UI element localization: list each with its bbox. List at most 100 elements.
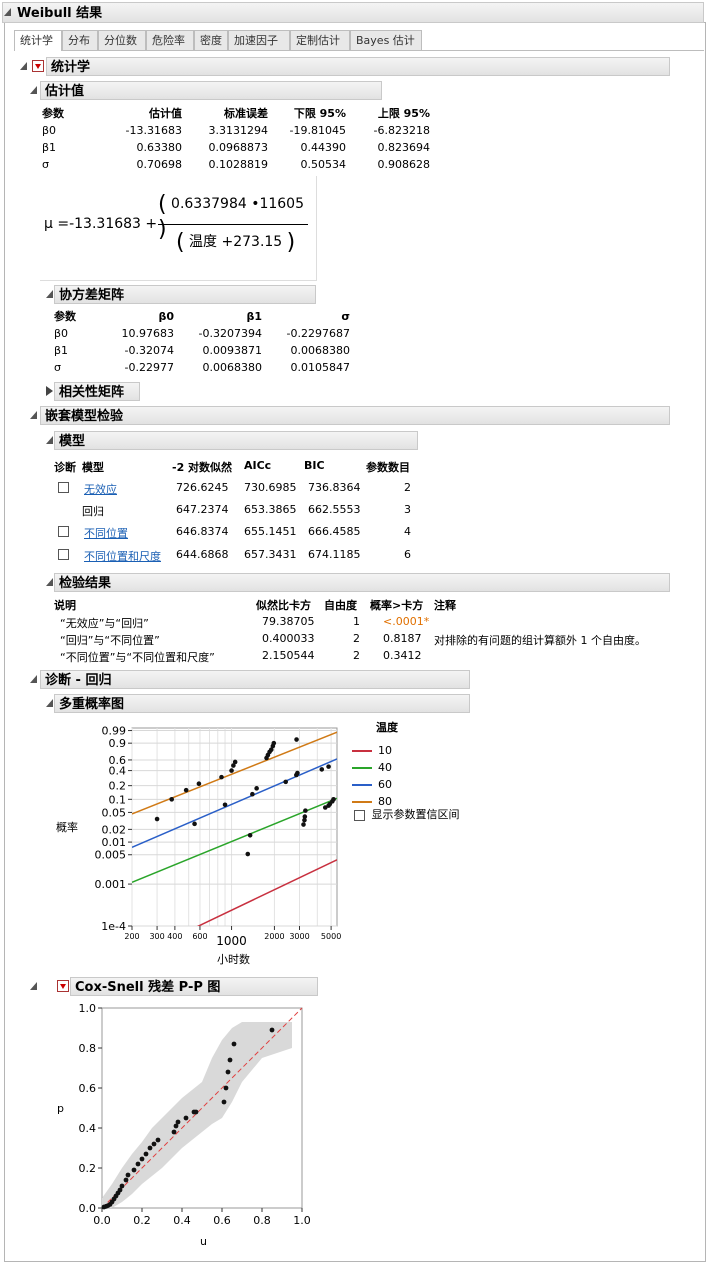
data-point: [294, 737, 299, 742]
tab-3[interactable]: 危险率: [146, 30, 194, 50]
table-cell: 0.0093871: [202, 344, 263, 357]
y-tick-label: 0.9: [109, 737, 127, 750]
data-point: [125, 1172, 131, 1178]
coxsnell-header[interactable]: Cox-Snell 残差 P-P 图: [70, 977, 318, 996]
model-diag-checkbox[interactable]: [58, 549, 69, 560]
plot-frame: [131, 727, 338, 927]
model-aicc-cell: 730.6985: [244, 481, 297, 494]
corr-header[interactable]: 相关性矩阵: [54, 382, 140, 401]
table-cell: -0.2297687: [286, 327, 350, 340]
corr-title: 相关性矩阵: [59, 385, 125, 400]
coxsnell-pp-plot[interactable]: 0.0 0.2 0.4 0.6 0.8 1.0 0.0 0.2 0.4 0.6 0.8 1.0: [70, 998, 320, 1232]
stats-title: 统计学: [51, 60, 91, 75]
tab-1[interactable]: 分布: [62, 30, 98, 50]
data-point: [139, 1156, 145, 1162]
tab-4[interactable]: 密度: [194, 30, 228, 50]
table-cell: -0.32074: [124, 344, 174, 357]
collapse-triangle-icon[interactable]: [4, 8, 11, 16]
x-tick-label: 400: [167, 932, 182, 941]
data-point: [169, 797, 175, 802]
tests-desc-cell: “不同位置”与“不同位置和尺度”: [60, 651, 215, 664]
nested-title: 嵌套模型检验: [45, 409, 124, 424]
table-cell: 0.0105847: [290, 361, 351, 374]
tests-col-header: 说明: [54, 599, 76, 612]
disclosure-corr-icon[interactable]: [46, 386, 53, 396]
estimates-header[interactable]: 估计值: [40, 81, 382, 100]
show-ci-row[interactable]: 显示参数置信区间: [354, 806, 460, 822]
disclosure-multi-icon[interactable]: [46, 699, 53, 707]
model-k-cell: 3: [404, 503, 411, 516]
disclosure-cov-icon[interactable]: [46, 290, 53, 298]
model-header[interactable]: 模型: [54, 431, 418, 450]
x-tick-label: 0.6: [213, 1214, 231, 1227]
table-row: β0 10.97683 -0.3207394 -0.2297687: [50, 325, 354, 342]
model-col-header: 参数数目: [366, 461, 410, 474]
data-point: [227, 1057, 233, 1063]
multi-probability-plot[interactable]: 1e-40.0010.0050.010.020.050.10.20.40.60.…: [80, 720, 350, 952]
y-tick-label: 0.02: [102, 823, 127, 836]
tests-df-cell: 1: [353, 615, 360, 628]
y-tick-label: 0.6: [79, 1082, 97, 1095]
tests-p-cell: 0.3412: [383, 649, 422, 662]
cov-header[interactable]: 协方差矩阵: [54, 285, 316, 304]
tests-col-header: 似然比卡方: [256, 599, 311, 612]
show-ci-checkbox[interactable]: [354, 809, 365, 821]
table-row: σ 0.70698 0.1028819 0.50534 0.908628: [38, 156, 434, 173]
tab-2[interactable]: 分位数: [98, 30, 146, 50]
model-diag-checkbox[interactable]: [58, 526, 69, 537]
data-point: [131, 1167, 137, 1173]
disclosure-model-icon[interactable]: [46, 436, 53, 444]
coxsnell-menu-icon[interactable]: [57, 980, 69, 992]
table-cell: 0.44390: [300, 141, 347, 154]
tab-5[interactable]: 加速因子: [228, 30, 290, 50]
model-name[interactable]: 不同位置和尺度: [84, 548, 161, 564]
tests-col-header: 注释: [434, 599, 456, 612]
tests-p-cell: 0.8187: [383, 632, 422, 645]
tests-desc-cell: “回归”与“不同位置”: [60, 634, 160, 647]
model-col-header: AICc: [244, 459, 272, 472]
table-cell: σ: [42, 158, 49, 171]
stats-menu-icon[interactable]: [32, 60, 44, 72]
model-bic-cell: 736.8364: [308, 481, 361, 494]
data-point: [193, 1109, 199, 1115]
disclosure-coxsnell-icon[interactable]: [30, 982, 37, 990]
model-name[interactable]: 无效应: [84, 481, 117, 497]
tests-title: 检验结果: [59, 576, 112, 591]
legend-swatch-10: [352, 750, 372, 752]
data-point: [229, 768, 234, 773]
tab-0[interactable]: 统计学: [14, 30, 62, 51]
table-cell: 0.1028819: [208, 158, 269, 171]
disclosure-nested-icon[interactable]: [30, 411, 37, 419]
formula-denominator: ( 温度 +273.15 ): [176, 230, 296, 255]
table-cell: 0.0068380: [290, 344, 351, 357]
nested-header[interactable]: 嵌套模型检验: [40, 406, 670, 425]
diag-header[interactable]: 诊断 - 回归: [40, 670, 470, 689]
formula-box: μ =-13.31683 + ( 0.6337984 •11605 ) ( 温度…: [40, 176, 317, 281]
disclosure-tests-icon[interactable]: [46, 578, 53, 586]
tab-7[interactable]: Bayes 估计: [350, 30, 422, 50]
y-tick-label: 0.005: [95, 849, 127, 862]
x-tick-label: 0.2: [133, 1214, 151, 1227]
stats-header[interactable]: 统计学: [46, 57, 670, 76]
data-point: [221, 1099, 227, 1105]
table-row: β1 0.63380 0.0968873 0.44390 0.823694: [38, 139, 434, 156]
disclosure-stats-icon[interactable]: [20, 62, 27, 70]
table-cell: 0.50534: [300, 158, 347, 171]
table-cell: 3.3131294: [208, 124, 269, 137]
tab-6[interactable]: 定制估计: [290, 30, 350, 50]
data-point: [222, 802, 228, 808]
disclosure-diag-icon[interactable]: [30, 675, 37, 683]
table-row: σ -0.22977 0.0068380 0.0105847: [50, 359, 354, 376]
window-title-bar[interactable]: Weibull 结果: [2, 2, 704, 23]
data-point: [302, 814, 308, 819]
model-diag-checkbox[interactable]: [58, 482, 69, 493]
multi-header[interactable]: 多重概率图: [54, 694, 470, 713]
data-point: [232, 759, 238, 765]
disclosure-estimates-icon[interactable]: [30, 86, 37, 94]
model-ll-cell: 647.2374: [176, 503, 229, 516]
tests-header[interactable]: 检验结果: [54, 573, 670, 592]
model-bic-cell: 666.4585: [308, 525, 361, 538]
tests-desc-cell: “无效应”与“回归”: [60, 617, 149, 630]
data-point: [326, 764, 331, 769]
model-name[interactable]: 不同位置: [84, 525, 128, 541]
